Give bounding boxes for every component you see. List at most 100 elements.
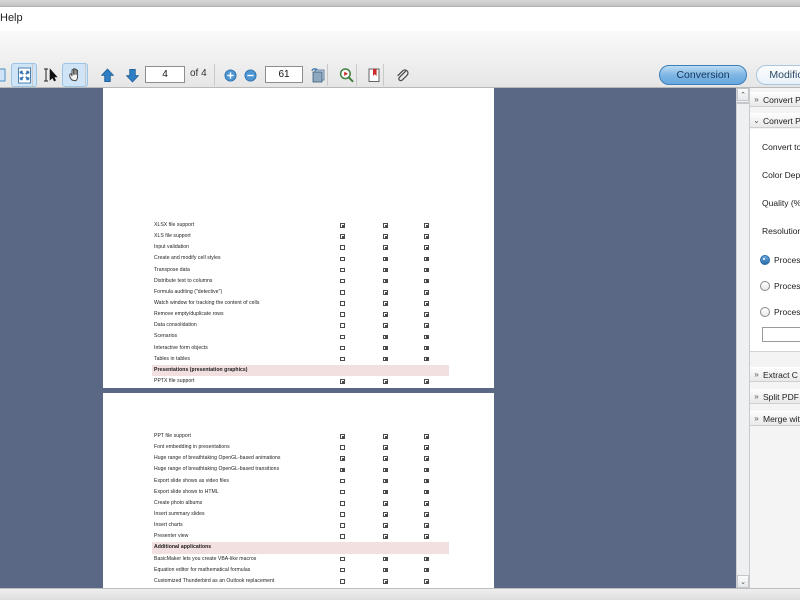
checkbox-checked-icon — [383, 501, 388, 506]
section-convert-pdf-label: Convert P — [763, 115, 800, 126]
checkbox-checked-icon — [383, 534, 388, 540]
mode-modification-button[interactable]: Modific — [756, 65, 800, 85]
section-merge-with[interactable]: » Merge wit — [750, 411, 800, 426]
feature-label: Tables in tables — [154, 355, 190, 362]
checkbox-unchecked-icon — [340, 312, 345, 317]
feature-label: Huge range of breathtaking OpenGL-based … — [154, 466, 280, 473]
checkbox-checked-icon — [424, 445, 429, 450]
toolbar-fit-page-button[interactable] — [11, 63, 37, 87]
checkbox-checked-icon — [383, 301, 388, 306]
feature-table-row: Scenarios — [152, 331, 449, 342]
feature-table-row: Customized Thunderbird as an Outlook rep… — [152, 576, 449, 587]
feature-label: XLS file support — [154, 233, 191, 240]
radio-process-page-range[interactable]: Process — [760, 307, 800, 317]
feature-label: PPT file support — [154, 433, 191, 439]
toolbar-previous-page-button[interactable] — [94, 63, 120, 87]
feature-label: Interactive form objects — [154, 344, 208, 351]
checkbox-checked-icon — [424, 478, 429, 484]
checkbox-checked-icon — [424, 456, 429, 462]
feature-table-row: PPT file support — [152, 431, 449, 442]
checkbox-unchecked-icon — [340, 267, 345, 273]
radio-process-current-page-label: Process — [774, 281, 800, 291]
feature-table-row: Watch window for tracking the content of… — [152, 298, 449, 309]
toolbar-zoom-in-button[interactable] — [220, 63, 240, 87]
section-extract-content[interactable]: » Extract C — [750, 367, 800, 382]
page3-feature-table: XLSX file support XLS file support Input v… — [152, 220, 449, 387]
checkbox-unchecked-icon — [340, 356, 345, 362]
feature-table-row: Distribute text to columns — [152, 276, 449, 287]
feature-table-row: Huge range of breathtaking OpenGL-based … — [152, 464, 449, 475]
scroll-down-arrow[interactable]: ⌄ — [737, 575, 749, 588]
feature-table-row: XLS file support — [152, 231, 449, 242]
scroll-up-arrow[interactable]: ⌃ — [737, 88, 749, 101]
radio-button-icon — [760, 281, 770, 291]
feature-label: Additional applications — [154, 544, 212, 551]
pdf-page-3: XLSX file support XLS file support Input v… — [103, 88, 494, 388]
checkbox-checked-icon — [424, 312, 429, 317]
section-split-pdf[interactable]: » Split PDF — [750, 389, 800, 404]
feature-label: Equation editor for mathematical formula… — [154, 566, 251, 573]
toolbar-next-page-button[interactable] — [119, 63, 145, 87]
menu-item-help[interactable]: Help — [0, 11, 27, 25]
checkbox-checked-icon — [424, 379, 429, 384]
checkbox-unchecked-icon — [340, 345, 345, 351]
feature-section-header: Additional applications — [152, 542, 449, 554]
section-convert-pdf[interactable]: ⌄ Convert P — [750, 113, 800, 128]
section-split-pdf-label: Split PDF — [763, 391, 799, 402]
toolbar-zoom-out-button[interactable] — [240, 63, 260, 87]
radio-button-selected-icon — [760, 255, 770, 265]
fit-page-icon — [17, 67, 31, 83]
checkbox-unchecked-icon — [340, 523, 345, 528]
checkbox-checked-icon — [383, 489, 388, 495]
mode-conversion-button[interactable]: Conversion — [659, 65, 747, 85]
zoom-level-input[interactable]: 61 — [265, 66, 303, 83]
checkbox-checked-icon — [424, 290, 429, 295]
checkbox-unchecked-icon — [340, 534, 345, 540]
feature-label: Data consolidation — [154, 322, 197, 329]
radio-process-current-page[interactable]: Process — [760, 281, 800, 291]
feature-table-row: Huge range of breathtaking OpenGL-based … — [152, 453, 449, 464]
application-window: Help 4 of 4 61 Conversion Modific XLSX f… — [0, 0, 800, 600]
feature-table-row: Insert summary slides — [152, 509, 449, 520]
checkbox-checked-icon — [424, 534, 429, 540]
chevron-right-icon-3: » — [754, 392, 759, 401]
rotate-pages-icon — [310, 67, 324, 82]
checkbox-unchecked-icon — [340, 278, 345, 284]
feature-label: XLSX file support — [154, 222, 195, 228]
section-convert-pages[interactable]: » Convert P — [750, 92, 800, 107]
feature-label: Scenarios — [154, 333, 178, 340]
section-convert-pages-label: Convert P — [763, 94, 800, 105]
text-select-icon — [44, 68, 58, 82]
page-number-input[interactable]: 4 — [145, 66, 185, 83]
checkbox-checked-icon — [383, 290, 388, 295]
feature-label: Presentations (presentation graphics) — [154, 366, 248, 373]
chevron-down-icon: ⌄ — [753, 116, 760, 125]
toolbar-attachment-button[interactable] — [389, 63, 415, 87]
page-range-input[interactable] — [762, 327, 800, 342]
document-vertical-scrollbar[interactable]: ⌃ ⌄ — [736, 88, 749, 588]
checkbox-checked-icon — [340, 456, 345, 462]
document-viewport[interactable]: XLSX file support XLS file support Input v… — [0, 88, 736, 588]
checkbox-checked-icon — [340, 467, 345, 473]
toolbar-select-text-button[interactable] — [38, 63, 64, 87]
feature-section-header: Presentations (presentation graphics) — [152, 364, 449, 376]
feature-table-row: Tables in tables — [152, 354, 449, 365]
toolbar-separator-2 — [85, 64, 86, 86]
checkbox-unchecked-icon — [340, 323, 345, 329]
hand-tool-icon — [69, 68, 79, 82]
arrow-up-icon — [100, 68, 114, 82]
checkbox-unchecked-icon — [340, 501, 345, 506]
radio-process-page-range-label: Process — [774, 307, 800, 317]
checkbox-checked-icon — [424, 434, 429, 439]
scrollbar-thumb[interactable] — [737, 102, 749, 104]
menu-bar: Help — [0, 7, 800, 32]
checkbox-checked-icon — [383, 467, 388, 473]
checkbox-checked-icon — [383, 379, 388, 384]
checkbox-checked-icon — [424, 245, 429, 251]
feature-label: Formula auditing ("detective") — [154, 288, 223, 295]
section-merge-with-label: Merge wit — [763, 413, 800, 424]
radio-process-all-pages[interactable]: Process — [760, 255, 800, 265]
checkbox-checked-icon — [383, 334, 388, 340]
checkbox-unchecked-icon — [340, 567, 345, 573]
pdf-page-4: PPT file support Font embedding in presen… — [103, 393, 494, 588]
